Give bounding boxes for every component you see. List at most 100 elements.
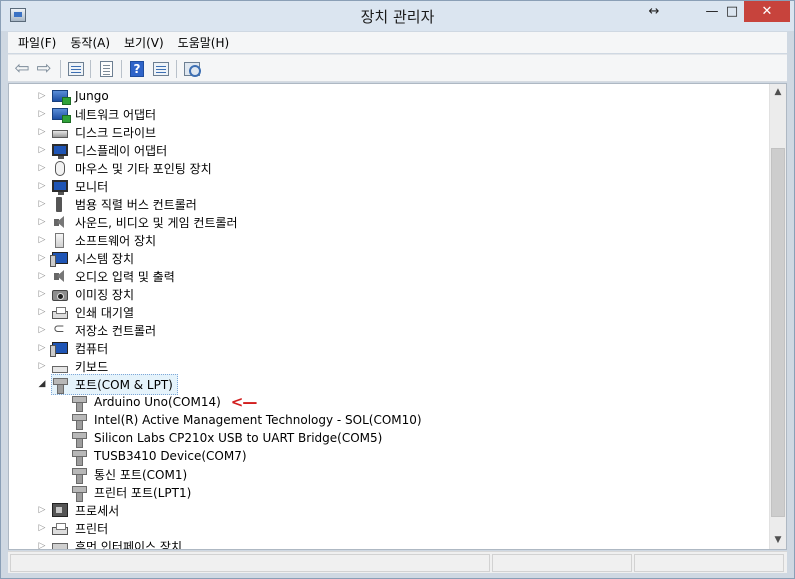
tree-category-label: 휴먼 인터페이스 장치 — [75, 539, 182, 550]
tree-category-ports[interactable]: ◢ 포트(COM & LPT) — [37, 373, 178, 395]
tree-category-processor[interactable]: ▷ 프로세서 — [37, 501, 121, 519]
tree-category-label: 프로세서 — [75, 503, 120, 518]
help-icon: ? — [130, 60, 144, 77]
port-icon — [71, 413, 87, 430]
forward-button[interactable]: ⇨ — [34, 59, 54, 78]
tree-device-tusb3410[interactable]: TUSB3410 Device(COM7) — [71, 447, 249, 466]
tree-category-computer[interactable]: ▷ 컴퓨터 — [37, 339, 110, 357]
expand-icon[interactable]: ▷ — [37, 339, 47, 357]
expand-icon[interactable]: ▷ — [37, 285, 47, 303]
title-bar[interactable]: 장치 관리자 ↔ — □ ✕ — [1, 1, 794, 31]
imaging-device-icon — [52, 290, 68, 301]
action-pane-icon — [153, 61, 169, 76]
tree-device-printer-port[interactable]: 프린터 포트(LPT1) — [71, 483, 193, 502]
port-icon — [71, 467, 87, 484]
tree-category-label: 저장소 컨트롤러 — [75, 323, 157, 338]
tree-category-network-adapter[interactable]: ▷ 네트워크 어댑터 — [37, 105, 158, 123]
expand-icon[interactable]: ▷ — [37, 123, 47, 141]
tree-category-label: 소프트웨어 장치 — [75, 233, 157, 248]
expand-icon[interactable]: ▷ — [37, 87, 47, 105]
tree-category-audio-io[interactable]: ▷ 오디오 입력 및 출력 — [37, 267, 177, 285]
action-pane-button[interactable] — [151, 59, 171, 78]
expand-icon[interactable]: ▷ — [37, 231, 47, 249]
tree-category-label: 시스템 장치 — [75, 251, 135, 266]
properties-icon — [99, 60, 113, 77]
menu-action[interactable]: 동작(A) — [64, 34, 116, 51]
tree-category-keyboard[interactable]: ▷ 키보드 — [37, 357, 110, 375]
expand-icon[interactable]: ▷ — [37, 501, 47, 519]
tree-category-label: 사운드, 비디오 및 게임 컨트롤러 — [75, 215, 238, 230]
expand-icon[interactable]: ▷ — [37, 321, 47, 339]
disk-drive-icon — [52, 130, 68, 138]
vertical-scrollbar[interactable]: ▲ ▼ — [769, 84, 786, 549]
tree-device-label: Intel(R) Active Management Technology - … — [94, 413, 422, 427]
expand-icon[interactable]: ▷ — [37, 105, 47, 123]
port-icon — [71, 431, 87, 448]
tree-device-label: TUSB3410 Device(COM7) — [94, 449, 247, 463]
tree-category-display-adapter[interactable]: ▷ 디스플레이 어댑터 — [37, 141, 169, 159]
tree-category-usb-controller[interactable]: ▷ 범용 직렬 버스 컨트롤러 — [37, 195, 199, 213]
tree-category-sound-video-game[interactable]: ▷ 사운드, 비디오 및 게임 컨트롤러 — [37, 213, 240, 231]
scrollbar-thumb[interactable] — [771, 148, 785, 517]
tree-category-storage-controller[interactable]: ▷ 저장소 컨트롤러 — [37, 321, 158, 339]
tree-category-hid[interactable]: ▷ 휴먼 인터페이스 장치 — [37, 537, 184, 550]
tree-device-label: Silicon Labs CP210x USB to UART Bridge(C… — [94, 431, 383, 445]
expand-icon[interactable]: ▷ — [37, 357, 47, 375]
tree-category-printer[interactable]: ▷ 프린터 — [37, 519, 110, 537]
show-hide-console-tree-button[interactable] — [66, 59, 86, 78]
expand-icon[interactable]: ▷ — [37, 303, 47, 321]
tree-device-comm-port[interactable]: 통신 포트(COM1) — [71, 465, 189, 484]
audio-io-icon — [52, 269, 68, 284]
display-adapter-icon — [52, 144, 68, 159]
tree-category-label: 네트워크 어댑터 — [75, 107, 157, 122]
expand-icon[interactable]: ▷ — [37, 267, 47, 285]
tree-category-software-device[interactable]: ▷ 소프트웨어 장치 — [37, 231, 158, 249]
expand-icon[interactable]: ▷ — [37, 195, 47, 213]
scroll-up-button[interactable]: ▲ — [770, 84, 786, 101]
tree-category-label: Jungo — [75, 89, 109, 103]
tree-category-print-queue[interactable]: ▷ 인쇄 대기열 — [37, 303, 136, 321]
expand-icon[interactable]: ▷ — [37, 141, 47, 159]
expand-icon[interactable]: ▷ — [37, 177, 47, 195]
network-icon — [52, 90, 71, 105]
toolbar-separator — [90, 60, 91, 78]
print-queue-icon — [52, 306, 68, 319]
expand-icon[interactable]: ▷ — [37, 213, 47, 231]
tree-category-label: 범용 직렬 버스 컨트롤러 — [75, 197, 197, 212]
properties-button[interactable] — [96, 59, 116, 78]
menu-view[interactable]: 보기(V) — [118, 34, 170, 51]
tree-category-mouse[interactable]: ▷ 마우스 및 기타 포인팅 장치 — [37, 159, 214, 177]
scroll-down-button[interactable]: ▼ — [770, 532, 786, 549]
expand-icon[interactable]: ▷ — [37, 537, 47, 549]
tree-category-imaging-device[interactable]: ▷ 이미징 장치 — [37, 285, 136, 303]
close-button[interactable]: ✕ — [744, 1, 790, 22]
tree-device-cp210x[interactable]: Silicon Labs CP210x USB to UART Bridge(C… — [71, 429, 384, 448]
status-segment — [634, 554, 784, 572]
maximize-button[interactable]: □ — [721, 1, 743, 22]
tree-category-disk-drive[interactable]: ▷ 디스크 드라이브 — [37, 123, 158, 141]
printer-icon — [52, 522, 68, 535]
help-button[interactable]: ? — [127, 59, 147, 78]
scan-hardware-icon — [184, 61, 201, 77]
network-adapter-icon — [52, 108, 71, 123]
menu-file[interactable]: 파일(F) — [12, 34, 62, 51]
scan-hardware-button[interactable] — [182, 59, 202, 78]
back-button[interactable]: ⇦ — [12, 59, 32, 78]
toolbar-separator — [121, 60, 122, 78]
expand-icon[interactable]: ▷ — [37, 519, 47, 537]
tree-category-label: 이미징 장치 — [75, 287, 135, 302]
tree-device-arduino-uno[interactable]: Arduino Uno(COM14) <— — [71, 393, 257, 412]
expand-icon[interactable]: ▷ — [37, 159, 47, 177]
tree-category-label: 컴퓨터 — [75, 341, 109, 356]
device-tree-pane[interactable]: ▷ Jungo ▷ 네트워크 어댑터 ▷ 디스크 드라이브 ▷ 디스플레이 어댑… — [8, 83, 787, 550]
menu-help[interactable]: 도움말(H) — [172, 34, 236, 51]
expand-icon[interactable]: ▷ — [37, 249, 47, 267]
tree-category-jungo[interactable]: ▷ Jungo — [37, 87, 111, 105]
tree-category-monitor[interactable]: ▷ 모니터 — [37, 177, 110, 195]
tree-category-system-device[interactable]: ▷ 시스템 장치 — [37, 249, 136, 267]
tree-category-label: 프린터 — [75, 521, 109, 536]
speaker-icon — [52, 215, 68, 230]
mouse-icon — [55, 160, 65, 176]
collapse-icon[interactable]: ◢ — [37, 375, 47, 393]
tree-device-intel-amt-sol[interactable]: Intel(R) Active Management Technology - … — [71, 411, 424, 430]
